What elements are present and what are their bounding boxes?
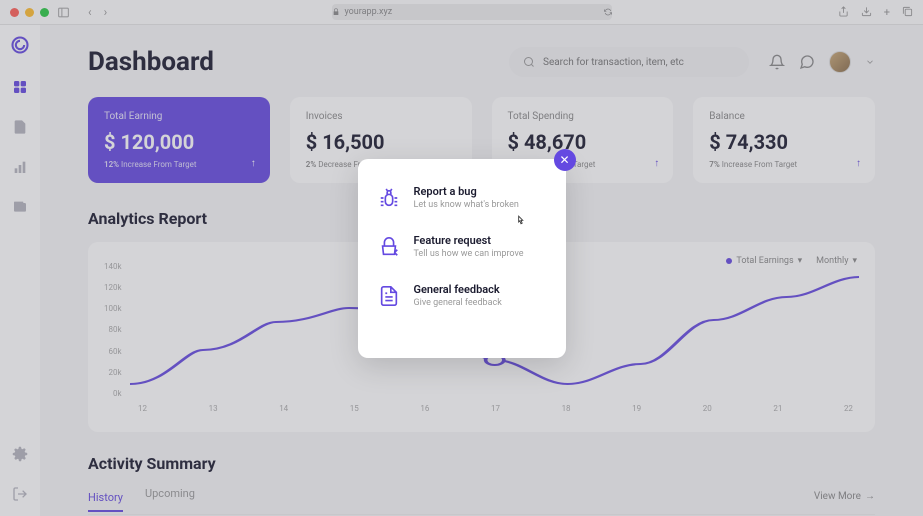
option-general-feedback[interactable]: General feedback Give general feedback xyxy=(378,283,546,308)
option-subtitle: Let us know what's broken xyxy=(414,200,519,210)
feedback-modal: ✕ Report a bug Let us know what's broken… xyxy=(358,159,566,358)
option-report-bug[interactable]: Report a bug Let us know what's broken xyxy=(378,185,546,210)
cursor-pointer-icon xyxy=(514,215,528,229)
option-subtitle: Give general feedback xyxy=(414,298,502,308)
option-subtitle: Tell us how we can improve xyxy=(414,249,524,259)
option-title: Report a bug xyxy=(414,185,519,198)
option-feature-request[interactable]: Feature request Tell us how we can impro… xyxy=(378,234,546,259)
option-title: Feature request xyxy=(414,234,524,247)
feature-icon xyxy=(378,236,400,258)
option-title: General feedback xyxy=(414,283,502,296)
modal-overlay[interactable]: ✕ Report a bug Let us know what's broken… xyxy=(0,0,923,516)
feedback-icon xyxy=(378,285,400,307)
bug-icon xyxy=(378,187,400,209)
modal-close-button[interactable]: ✕ xyxy=(554,149,576,171)
